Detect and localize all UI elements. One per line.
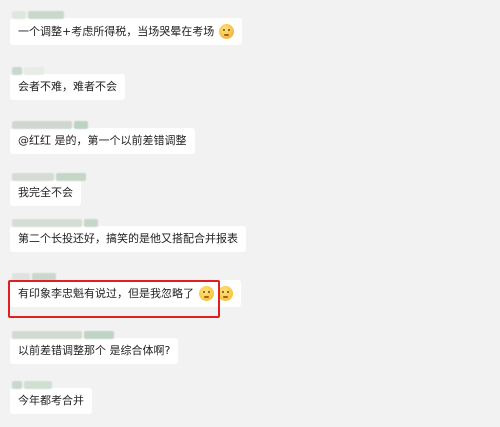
message-text: 今年都考合并 (18, 394, 84, 407)
chat-message: 以前差错调整那个 是综合体啊? (10, 324, 179, 364)
sweat-face-icon (218, 286, 233, 301)
chat-message: @红红 是的，第一个以前差错调整 (10, 114, 195, 154)
facepalm-icon (218, 24, 234, 39)
sender-name-blurred (12, 374, 92, 389)
message-text: 第二个长投还好，搞笑的是他又搭配合并报表 (18, 232, 238, 245)
sender-name-blurred (12, 4, 242, 19)
red-highlight-box (8, 280, 220, 318)
message-bubble[interactable]: 今年都考合并 (10, 388, 92, 414)
message-bubble[interactable]: 以前差错调整那个 是综合体啊? (10, 338, 179, 364)
sender-name-blurred (12, 324, 178, 339)
message-bubble[interactable]: 会者不难，难者不会 (10, 74, 125, 100)
message-text: 会者不难，难者不会 (18, 80, 117, 93)
chat-message: 会者不难，难者不会 (10, 60, 125, 100)
message-text: @红红 是的，第一个以前差错调整 (18, 134, 187, 147)
chat-message: 一个调整+考虑所得税，当场哭晕在考场 (10, 4, 242, 45)
chat-message: 今年都考合并 (10, 374, 92, 414)
sender-name-blurred (12, 266, 241, 281)
message-text: 我完全不会 (18, 186, 73, 199)
sender-name-blurred (12, 60, 125, 75)
chat-message: 第二个长投还好，搞笑的是他又搭配合并报表 (10, 212, 246, 252)
message-bubble[interactable]: 我完全不会 (10, 180, 81, 206)
message-bubble[interactable]: 一个调整+考虑所得税，当场哭晕在考场 (10, 18, 242, 45)
chat-message: 我完全不会 (10, 166, 88, 206)
message-text: 以前差错调整那个 是综合体啊? (18, 344, 171, 357)
message-text: 一个调整+考虑所得税，当场哭晕在考场 (18, 25, 215, 38)
sender-name-blurred (12, 166, 88, 181)
message-bubble[interactable]: 第二个长投还好，搞笑的是他又搭配合并报表 (10, 226, 246, 252)
message-bubble[interactable]: @红红 是的，第一个以前差错调整 (10, 128, 195, 154)
chat-window: 一个调整+考虑所得税，当场哭晕在考场 会者不难，难者不会 @红红 是的，第一个以… (0, 0, 500, 427)
sender-name-blurred (12, 114, 195, 129)
sender-name-blurred (12, 212, 246, 227)
